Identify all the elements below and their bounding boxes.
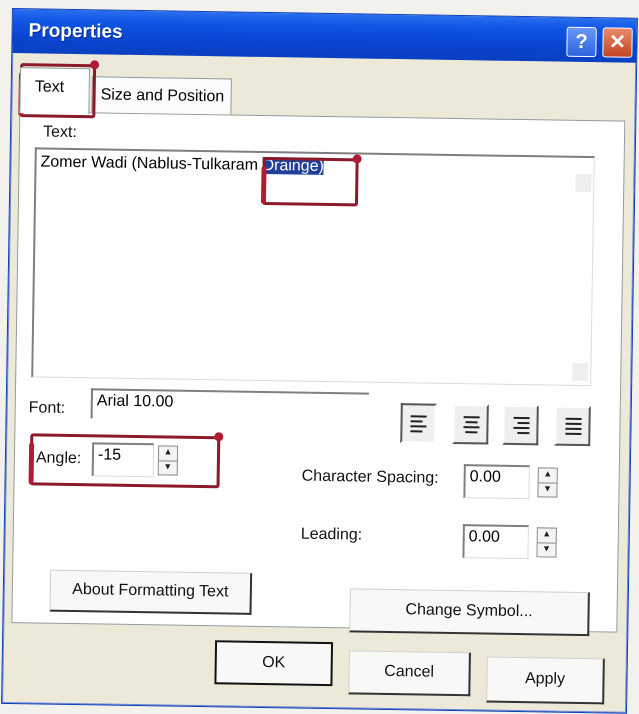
font-field[interactable]: Arial 10.00 xyxy=(90,388,370,423)
tab-size-label: Size and Position xyxy=(100,86,225,106)
annotation-selected-text xyxy=(261,156,359,207)
leading-field[interactable]: 0.00 xyxy=(462,524,529,560)
align-center-button[interactable] xyxy=(452,403,489,445)
scroll-down-icon[interactable] xyxy=(572,362,589,382)
about-formatting-text-button[interactable]: About Formatting Text xyxy=(49,569,253,615)
text-value: Zomer Wadi (Nablus-Tulkaram xyxy=(40,153,263,174)
ok-button[interactable]: OK xyxy=(214,640,334,687)
align-right-button[interactable] xyxy=(502,404,539,446)
properties-dialog: Properties ? ✕ Text Size and Position Te… xyxy=(1,8,638,714)
close-button[interactable]: ✕ xyxy=(602,27,633,58)
character-spacing-label: Character Spacing: xyxy=(301,467,439,487)
tab-text-label: Text xyxy=(34,78,65,96)
scroll-up-icon[interactable] xyxy=(575,173,592,193)
tab-text[interactable]: Text xyxy=(19,67,91,115)
window-title: Properties xyxy=(28,20,123,43)
font-value: Arial 10.00 xyxy=(96,392,174,411)
text-label: Text: xyxy=(42,123,77,142)
justify-button[interactable] xyxy=(554,405,591,447)
tab-size-and-position[interactable]: Size and Position xyxy=(91,76,232,115)
annotation-angle xyxy=(29,433,221,489)
font-label: Font: xyxy=(28,399,66,417)
leading-label: Leading: xyxy=(300,525,363,544)
chevron-down-icon[interactable]: ▼ xyxy=(537,542,556,558)
chevron-down-icon[interactable]: ▼ xyxy=(538,482,557,498)
change-symbol-button[interactable]: Change Symbol... xyxy=(349,588,590,637)
leading-spinner[interactable]: ▲ ▼ xyxy=(536,527,557,558)
align-left-button[interactable] xyxy=(400,403,437,444)
help-button[interactable]: ? xyxy=(566,26,597,58)
cancel-button[interactable]: Cancel xyxy=(348,650,471,697)
apply-button[interactable]: Apply xyxy=(486,656,605,705)
character-spacing-value: 0.00 xyxy=(469,468,501,486)
character-spacing-field[interactable]: 0.00 xyxy=(463,464,530,500)
chevron-up-icon[interactable]: ▲ xyxy=(539,468,557,482)
leading-value: 0.00 xyxy=(468,528,501,546)
title-bar[interactable]: Properties ? ✕ xyxy=(12,9,637,63)
character-spacing-spinner[interactable]: ▲ ▼ xyxy=(537,467,558,498)
chevron-up-icon[interactable]: ▲ xyxy=(538,528,556,542)
